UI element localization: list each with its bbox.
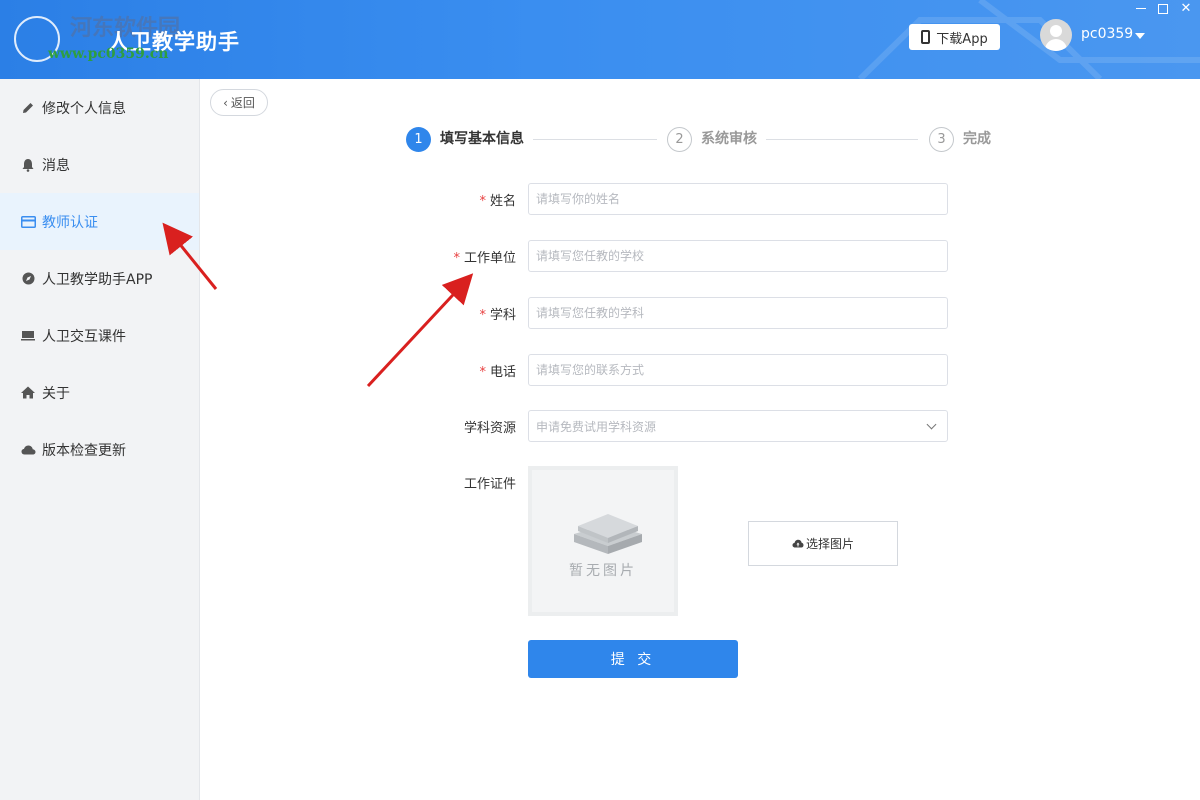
subject-input[interactable]: [528, 297, 948, 329]
chevron-down-icon: [926, 419, 937, 430]
phone-label-text: 电话: [489, 365, 516, 380]
user-menu-caret-icon[interactable]: [1135, 33, 1145, 39]
choose-image-button[interactable]: 选择图片: [748, 521, 898, 566]
bell-icon: [20, 157, 36, 173]
certificate-image-preview: 暂无图片: [528, 466, 678, 616]
chevron-left-icon: ‹: [223, 95, 228, 110]
watermark-url: www.pc0359.cn: [48, 46, 169, 62]
workplace-label: * 工作单位: [396, 247, 516, 266]
sidebar-item-courseware[interactable]: 人卫交互课件: [0, 307, 199, 364]
sidebar-item-about[interactable]: 关于: [0, 364, 199, 421]
sidebar: 修改个人信息 消息 教师认证 人卫教学助手APP 人卫交互课件 关于 版本检查更…: [0, 79, 200, 800]
required-mark: *: [479, 194, 486, 209]
maximize-icon: [1158, 3, 1168, 14]
minimize-button[interactable]: [1132, 2, 1150, 16]
monitor-icon: [20, 328, 36, 344]
avatar-body-icon: [1045, 39, 1067, 51]
required-mark: *: [479, 365, 486, 380]
sidebar-item-label: 人卫教学助手APP: [42, 271, 153, 288]
step-3-label: 完成: [963, 131, 991, 147]
phone-label: * 电话: [396, 361, 516, 380]
workplace-input[interactable]: [528, 240, 948, 272]
required-mark: *: [453, 251, 460, 266]
phone-icon: [921, 30, 931, 44]
user-avatar[interactable]: [1040, 19, 1072, 51]
submit-button[interactable]: 提 交: [528, 640, 738, 678]
step-1-circle: 1: [406, 127, 431, 152]
back-label: 返回: [230, 96, 255, 110]
avatar-head-icon: [1050, 25, 1062, 37]
sidebar-item-messages[interactable]: 消息: [0, 136, 199, 193]
sidebar-item-check-update[interactable]: 版本检查更新: [0, 421, 199, 478]
step-3-circle: 3: [929, 127, 954, 152]
pencil-icon: [20, 100, 36, 116]
sidebar-item-label: 关于: [42, 385, 70, 402]
required-mark: *: [479, 308, 486, 323]
cloud-upload-icon: [792, 539, 804, 548]
cloud-icon: [20, 442, 36, 458]
name-label: * 姓名: [396, 190, 516, 209]
sidebar-item-edit-profile[interactable]: 修改个人信息: [0, 79, 199, 136]
sidebar-item-label: 消息: [42, 157, 70, 174]
maximize-button[interactable]: [1154, 2, 1172, 16]
sidebar-item-label: 人卫交互课件: [42, 328, 126, 345]
app-header: 河东软件园 人卫教学助手 www.pc0359.cn 下载App pc0359 …: [0, 0, 1200, 79]
card-icon: [20, 214, 36, 230]
book-icon: [574, 514, 642, 554]
phone-input[interactable]: [528, 354, 948, 386]
subject-label: * 学科: [396, 304, 516, 323]
download-app-label: 下载App: [936, 31, 988, 47]
sidebar-item-teacher-certification[interactable]: 教师认证: [0, 193, 199, 250]
sidebar-item-label: 版本检查更新: [42, 442, 126, 459]
back-button[interactable]: ‹ 返回: [210, 89, 268, 116]
home-icon: [20, 385, 36, 401]
step-connector-1: [533, 139, 657, 140]
name-label-text: 姓名: [489, 194, 516, 209]
download-app-button[interactable]: 下载App: [909, 24, 1000, 50]
minimize-icon: [1136, 8, 1146, 9]
resource-select-value: 申请免费试用学科资源: [536, 419, 657, 434]
step-2-label: 系统审核: [701, 131, 757, 147]
certificate-label: 工作证件: [463, 477, 516, 492]
resource-label: 学科资源: [463, 421, 516, 436]
close-icon: ✕: [1180, 1, 1192, 16]
name-input[interactable]: [528, 183, 948, 215]
close-button[interactable]: ✕: [1177, 2, 1195, 16]
no-image-text: 暂无图片: [569, 563, 637, 579]
step-2-circle: 2: [667, 127, 692, 152]
workplace-label-text: 工作单位: [463, 251, 516, 266]
username[interactable]: pc0359: [1081, 26, 1133, 42]
choose-image-label: 选择图片: [805, 537, 854, 551]
image-placeholder: [532, 470, 674, 612]
step-1-label: 填写基本信息: [440, 131, 524, 147]
sidebar-item-app[interactable]: 人卫教学助手APP: [0, 250, 199, 307]
sidebar-item-label: 修改个人信息: [42, 100, 126, 117]
resource-select[interactable]: 申请免费试用学科资源: [528, 410, 948, 442]
sidebar-item-label: 教师认证: [42, 214, 98, 231]
compass-icon: [20, 271, 36, 287]
step-connector-2: [766, 139, 918, 140]
subject-label-text: 学科: [489, 308, 516, 323]
